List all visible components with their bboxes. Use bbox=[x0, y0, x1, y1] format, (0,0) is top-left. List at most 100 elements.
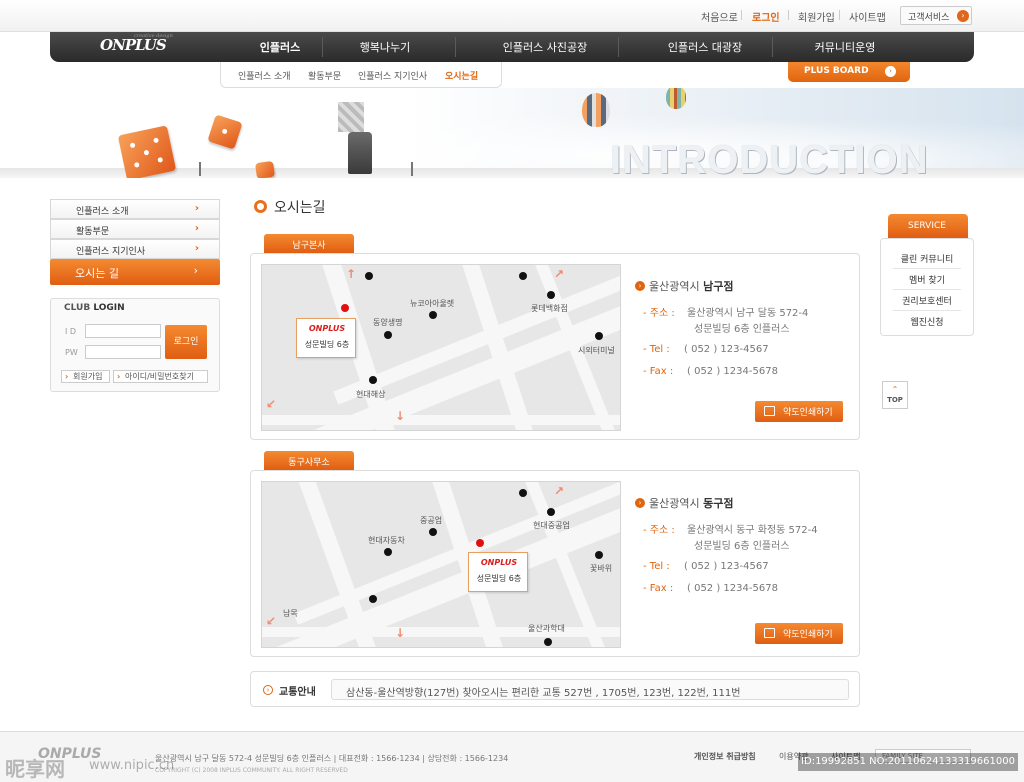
arrow-up-icon: ⌃ bbox=[891, 385, 899, 394]
login-title: CLUB LOGIN bbox=[64, 303, 125, 313]
footer-link-privacy[interactable]: 개인정보 취급방침 bbox=[694, 751, 756, 762]
service-item-clean-community[interactable]: 클린 커뮤니티 bbox=[881, 252, 973, 265]
util-divider bbox=[839, 10, 840, 20]
util-link-home[interactable]: 처음으로 bbox=[701, 9, 738, 24]
dice-illustration bbox=[254, 160, 276, 178]
banner-title: INTRODUCTION bbox=[610, 138, 929, 178]
address-label-text: 주소 : bbox=[649, 525, 675, 536]
map-poi bbox=[544, 638, 552, 646]
service-item-webzine[interactable]: 웹진신청 bbox=[881, 315, 973, 328]
marker-logo: ONPLUS bbox=[308, 324, 346, 333]
subnav-item-directions[interactable]: 오시는길 bbox=[445, 69, 478, 82]
sub-nav: 인플러스 소개 활동부문 인플러스 지기인사 오시는길 bbox=[220, 62, 502, 88]
divider bbox=[893, 268, 961, 269]
map-poi bbox=[384, 331, 392, 339]
main-nav: ONPLUS creative design 인플러스 행복나누기 인플러스 사… bbox=[50, 32, 974, 62]
find-account-button[interactable]: 아이디/비밀번호찾기 bbox=[113, 370, 208, 383]
scroll-top-button[interactable]: ⌃ TOP bbox=[882, 381, 908, 409]
map-label: 중공업 bbox=[420, 516, 443, 525]
subnav-item-activity[interactable]: 활동부문 bbox=[308, 69, 341, 82]
sidebar-item-activity[interactable]: 활동부문 › bbox=[50, 219, 220, 239]
sidebar-item-label: 오시는 길 bbox=[75, 267, 119, 280]
service-item-rights-center[interactable]: 권리보호센터 bbox=[881, 294, 973, 307]
util-link-join[interactable]: 회원가입 bbox=[798, 9, 835, 24]
logo-tagline: creative design bbox=[134, 33, 173, 39]
id-input[interactable] bbox=[85, 324, 161, 338]
nav-item-community[interactable]: 커뮤니티운영 bbox=[790, 39, 900, 55]
utility-bar: 처음으로 로그인 회원가입 사이트맵 고객서비스 › bbox=[0, 0, 1024, 32]
marker-label: 성문빌딩 6층 bbox=[476, 574, 522, 583]
print-map-button[interactable]: 약도인쇄하기 bbox=[755, 623, 843, 644]
subnav-item-greeting[interactable]: 인플러스 지기인사 bbox=[358, 69, 427, 82]
intro-banner: INTRODUCTION bbox=[0, 88, 1024, 178]
map-poi bbox=[384, 548, 392, 556]
tel-label: - Tel : bbox=[643, 561, 670, 572]
arrow-up-right-icon: ↗ bbox=[554, 484, 565, 498]
nav-item-inplus[interactable]: 인플러스 bbox=[240, 39, 320, 55]
chevron-right-icon: › bbox=[193, 264, 198, 277]
util-link-login[interactable]: 로그인 bbox=[752, 9, 780, 24]
map-nam-gu[interactable]: 동양생명 뉴코아아울렛 롯데백화점 시외터미널 현대해상 ONPLUS 성문빌딩… bbox=[261, 264, 621, 431]
map-marker: ONPLUS 성문빌딩 6층 bbox=[296, 318, 356, 358]
sidebar-item-label: 인플러스 지기인사 bbox=[76, 247, 146, 257]
service-panel: 클린 커뮤니티 멤버 찾기 권리보호센터 웹진신청 bbox=[880, 238, 974, 336]
password-input[interactable] bbox=[85, 345, 161, 359]
sidebar-item-greeting[interactable]: 인플러스 지기인사 › bbox=[50, 239, 220, 259]
section-tab-nam-gu: 남구본사 bbox=[264, 234, 354, 253]
map-label: 현대중공업 bbox=[533, 521, 570, 530]
footer: ONPLUS 울산광역시 남구 달동 572-4 성문빌딩 6층 인플러스 | … bbox=[0, 731, 1024, 782]
site-logo[interactable]: ONPLUS creative design bbox=[100, 33, 173, 54]
branch-title: 울산광역시 남구점 bbox=[649, 278, 733, 294]
address-label: - 주소 : bbox=[643, 308, 675, 319]
marker-label: 성문빌딩 6층 bbox=[304, 340, 350, 349]
customer-service-button[interactable]: 고객서비스 › bbox=[900, 6, 972, 25]
branch-name: 동구점 bbox=[703, 497, 734, 510]
address-line-2: 성문빌딩 6층 인플러스 bbox=[694, 324, 790, 335]
club-login-box: CLUB LOGIN I D PW 로그인 회원가입 아이디/비밀번호찾기 bbox=[50, 298, 220, 392]
dice-illustration bbox=[117, 125, 177, 178]
print-map-label: 약도인쇄하기 bbox=[783, 408, 833, 418]
util-link-sitemap[interactable]: 사이트맵 bbox=[849, 9, 886, 24]
arrow-right-icon: › bbox=[635, 498, 645, 508]
chevron-right-icon: › bbox=[194, 243, 199, 254]
map-label: 동양생명 bbox=[373, 318, 403, 327]
login-button[interactable]: 로그인 bbox=[165, 325, 207, 359]
service-tab: SERVICE bbox=[888, 214, 968, 238]
map-poi-destination bbox=[341, 304, 349, 312]
join-button[interactable]: 회원가입 bbox=[61, 370, 110, 383]
subnav-item-intro[interactable]: 인플러스 소개 bbox=[238, 69, 291, 82]
sprout-icon bbox=[411, 162, 413, 176]
map-poi bbox=[519, 489, 527, 497]
address-line-1: 울산광역시 남구 달동 572-4 bbox=[687, 308, 809, 319]
branch-city: 울산광역시 bbox=[649, 280, 700, 293]
sidebar-item-directions[interactable]: 오시는 길 › bbox=[50, 259, 220, 285]
arrow-up-icon: ↑ bbox=[346, 267, 357, 281]
nav-item-sharing[interactable]: 행복나누기 bbox=[340, 39, 430, 55]
map-dong-gu[interactable]: 중공업 현대자동차 현대중공업 꽃바위 남목 울산과학대 ONPLUS 성문빌딩… bbox=[261, 481, 621, 648]
map-label: 현대자동차 bbox=[368, 536, 405, 545]
sidebar-item-intro[interactable]: 인플러스 소개 › bbox=[50, 199, 220, 219]
watermark-url: www.nipic.cn bbox=[89, 758, 175, 773]
arrow-right-icon: › bbox=[885, 66, 896, 77]
branch-card-nam-gu: 동양생명 뉴코아아울렛 롯데백화점 시외터미널 현대해상 ONPLUS 성문빌딩… bbox=[250, 253, 860, 440]
traffic-text: 삼산동-울산역방향(127번) 찾아오시는 편리한 교통 527번 , 1705… bbox=[346, 688, 741, 699]
map-label: 롯데백화점 bbox=[531, 304, 568, 313]
join-label: 회원가입 bbox=[73, 372, 103, 381]
plus-board-button[interactable]: PLUS BOARD › bbox=[788, 62, 910, 82]
nav-item-photo[interactable]: 인플러스 사진공장 bbox=[470, 39, 620, 55]
traffic-text-box: 삼산동-울산역방향(127번) 찾아오시는 편리한 교통 527번 , 1705… bbox=[331, 679, 849, 700]
arrow-right-icon: › bbox=[957, 10, 969, 22]
fax-label-text: Fax : bbox=[649, 583, 674, 594]
fax-value: ( 052 ) 1234-5678 bbox=[687, 583, 778, 594]
nav-item-plaza[interactable]: 인플러스 대광장 bbox=[640, 39, 770, 55]
map-marker: ONPLUS 성문빌딩 6층 bbox=[468, 552, 528, 592]
service-item-member-search[interactable]: 멤버 찾기 bbox=[881, 273, 973, 286]
print-icon bbox=[764, 628, 775, 638]
address-label-text: 주소 : bbox=[649, 308, 675, 319]
person-illustration bbox=[348, 132, 372, 174]
nav-divider bbox=[455, 37, 456, 57]
map-poi bbox=[595, 551, 603, 559]
print-map-button[interactable]: 약도인쇄하기 bbox=[755, 401, 843, 422]
section-tab-dong-gu: 동구사무소 bbox=[264, 451, 354, 470]
fax-label-text: Fax : bbox=[649, 366, 674, 377]
